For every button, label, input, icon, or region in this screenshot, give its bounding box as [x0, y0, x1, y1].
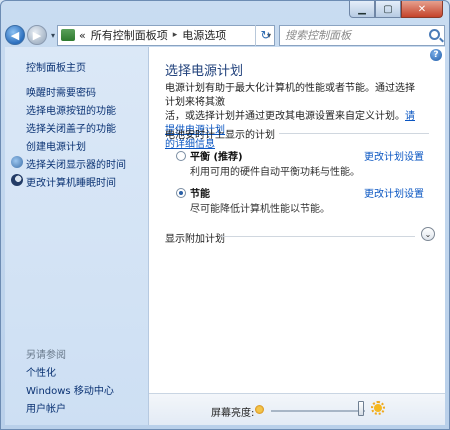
breadcrumb-overflow[interactable]: «	[79, 29, 86, 42]
see-also-personalization[interactable]: 个性化	[26, 364, 56, 379]
back-button[interactable]: ◀	[5, 25, 25, 45]
sidebar-item-power-button[interactable]: 选择电源按钮的功能	[26, 102, 116, 117]
plan-power-saver-settings-link[interactable]: 更改计划设置	[364, 185, 424, 200]
address-bar[interactable]: « 所有控制面板项 ▸ 电源选项 ▾	[57, 24, 275, 46]
page-description: 电源计划有助于最大化计算机的性能或者节能。通过选择计划来将其激 活，或选择计划并…	[165, 82, 423, 152]
brightness-slider-track[interactable]	[271, 410, 365, 412]
plan-balanced-radio[interactable]	[176, 151, 186, 161]
additional-plans-divider	[221, 236, 415, 237]
see-also-mobility-center[interactable]: Windows 移动中心	[26, 382, 114, 397]
navigation-bar: ◀ ▶ ▾ « 所有控制面板项 ▸ 电源选项 ▾ ↻ 搜索控制面板	[5, 23, 445, 47]
page-title: 选择电源计划	[165, 64, 244, 79]
task-pane: 控制面板主页 唤醒时需要密码 选择电源按钮的功能 选择关闭盖子的功能 创建电源计…	[5, 47, 149, 425]
search-placeholder: 搜索控制面板	[285, 29, 351, 42]
sidebar-item-display-off[interactable]: 选择关闭显示器的时间	[26, 156, 126, 171]
chevron-down-icon[interactable]: ⌄	[421, 227, 435, 241]
sidebar-item-sleep-time[interactable]: 更改计算机睡眠时间	[26, 174, 116, 189]
refresh-button[interactable]: ↻	[255, 24, 275, 46]
plan-power-saver-description: 尽可能降低计算机性能以节能。	[190, 204, 330, 215]
search-icon[interactable]	[429, 28, 440, 40]
help-icon[interactable]: ?	[430, 49, 442, 61]
see-also-user-accounts[interactable]: 用户帐户	[26, 400, 66, 415]
see-also-heading: 另请参阅	[26, 350, 66, 361]
power-options-window: ▁ ▢ ✕ ◀ ▶ ▾ « 所有控制面板项 ▸ 电源选项 ▾ ↻ 搜索控制面板 …	[0, 0, 450, 430]
sidebar-item-lid-close[interactable]: 选择关闭盖子的功能	[26, 120, 116, 135]
forward-button[interactable]: ▶	[27, 25, 47, 45]
caption-buttons: ▁ ▢ ✕	[349, 1, 443, 19]
moon-icon	[11, 174, 23, 186]
search-input[interactable]: 搜索控制面板	[279, 24, 445, 46]
close-button[interactable]: ✕	[401, 1, 443, 18]
breadcrumb-power-options[interactable]: 电源选项	[182, 27, 226, 43]
sun-core-icon	[374, 404, 382, 412]
sidebar-item-require-password[interactable]: 唤醒时需要密码	[26, 84, 96, 99]
plan-power-saver-radio[interactable]	[176, 188, 186, 198]
sidebar-item-create-plan[interactable]: 创建电源计划	[26, 138, 86, 153]
brightness-bar: 屏幕亮度:	[149, 393, 445, 425]
sidebar-item-control-panel-home[interactable]: 控制面板主页	[26, 59, 86, 74]
control-panel-icon	[61, 29, 75, 41]
breadcrumb-all-control-panel-items[interactable]: 所有控制面板项	[91, 27, 168, 43]
brightness-label: 屏幕亮度:	[211, 408, 255, 419]
dim-sun-icon	[255, 405, 264, 414]
monitor-icon	[11, 156, 23, 168]
plans-group-label: 电池安时计上显示的计划	[165, 130, 275, 141]
minimize-button[interactable]: ▁	[349, 1, 375, 18]
bright-sun-icon	[371, 401, 385, 415]
plan-balanced-settings-link[interactable]: 更改计划设置	[364, 148, 424, 163]
description-text: 活，或选择计划并通过更改其电源设置来自定义计划。	[165, 111, 405, 122]
group-divider	[279, 133, 429, 134]
maximize-button[interactable]: ▢	[375, 1, 401, 18]
plan-balanced-name[interactable]: 平衡 (推荐)	[190, 148, 243, 163]
show-additional-plans[interactable]: 显示附加计划	[165, 230, 225, 245]
content-pane: ? 选择电源计划 电源计划有助于最大化计算机的性能或者节能。通过选择计划来将其激…	[149, 47, 445, 425]
plan-balanced-description: 利用可用的硬件自动平衡功耗与性能。	[190, 167, 360, 178]
brightness-slider-thumb[interactable]	[358, 401, 365, 416]
plan-power-saver-name[interactable]: 节能	[190, 185, 210, 200]
breadcrumb-separator-icon[interactable]: ▸	[173, 30, 178, 40]
description-line-1: 电源计划有助于最大化计算机的性能或者节能。通过选择计划来将其激	[165, 83, 415, 108]
